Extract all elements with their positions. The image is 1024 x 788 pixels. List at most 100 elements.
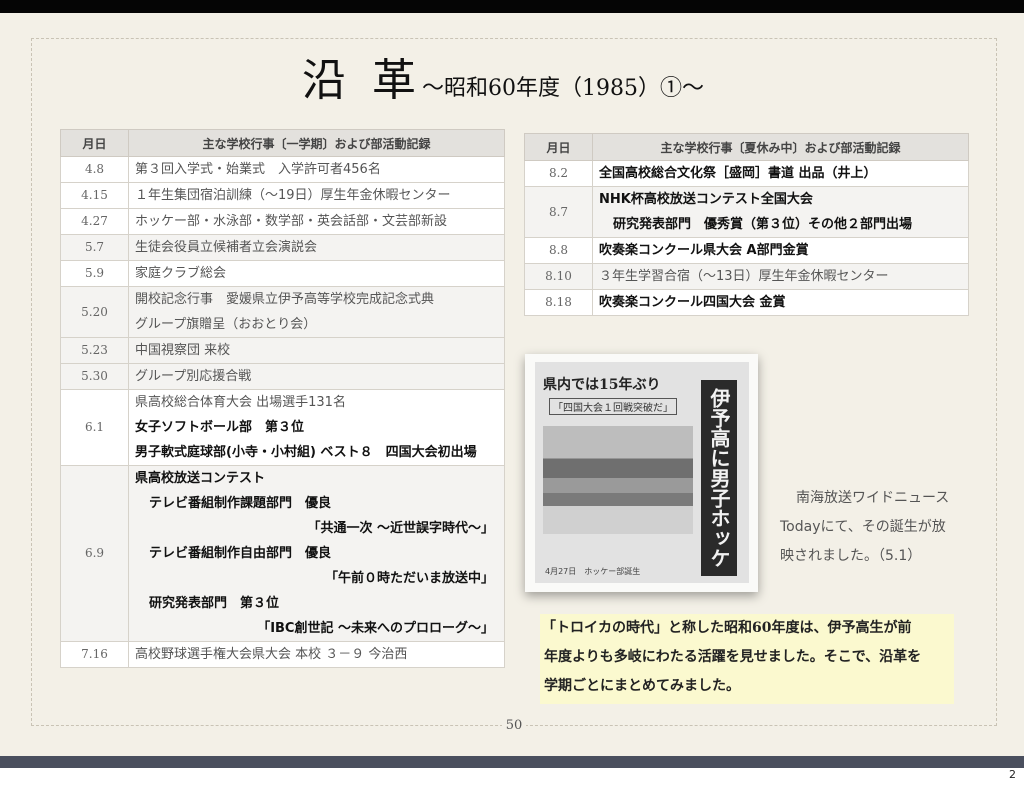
summer-table: 月日 主な学校行事〔夏休み中〕および部活動記録 8.2 全国高校総合文化祭［盛岡］…	[524, 133, 969, 316]
event-line: ３年生学習合宿（～13日）厚生年金休暇センター	[599, 269, 889, 284]
row-events: ホッケー部・水泳部・数学部・英会話部・文芸部新設	[128, 208, 505, 235]
clipping-caption: 4月27日 ホッケー部誕生	[545, 567, 641, 576]
table-row: 8.18 吹奏楽コンクール四国大会 金賞	[524, 289, 969, 316]
event-line: 全国高校総合文化祭［盛岡］書道 出品（井上）	[599, 166, 877, 181]
summary-line: 年度よりも多岐にわたる活躍を見せました。そこで、沿革を	[544, 649, 922, 665]
row-events: 生徒会役員立候補者立会演説会	[128, 234, 505, 261]
event-line: 家庭クラブ総会	[135, 266, 227, 281]
event-line: グループ別応援合戦	[135, 369, 252, 384]
row-date: 5.9	[60, 260, 129, 287]
note-line: 映されました。（5.1）	[780, 548, 922, 564]
row-date: 5.7	[60, 234, 129, 261]
row-date: 8.2	[524, 160, 593, 187]
event-line: 高校野球選手権大会県大会 本校 ３－９ 今治西	[135, 647, 408, 662]
event-line: １年生集団宿泊訓練（～19日）厚生年金休暇センター	[135, 188, 451, 203]
newspaper-clipping: 県内では15年ぶり 「四国大会１回戦突破だ」 伊予高に男子ホッケー部 4月27日…	[535, 362, 749, 583]
header-events: 主な学校行事〔夏休み中〕および部活動記録	[592, 133, 969, 161]
row-events: 中国視察団 来校	[128, 337, 505, 364]
table-header-row: 月日 主な学校行事〔夏休み中〕および部活動記録	[524, 133, 969, 161]
table-row: 5.9 家庭クラブ総会	[60, 260, 505, 287]
top-bar	[0, 0, 1024, 13]
event-line: 中国視察団 来校	[135, 343, 231, 358]
clipping-subhead: 「四国大会１回戦突破だ」	[549, 398, 677, 415]
table-row: 4.27 ホッケー部・水泳部・数学部・英会話部・文芸部新設	[60, 208, 505, 235]
row-events: 県高校総合体育大会 出場選手131名 女子ソフトボール部 第３位男子軟式庭球部(小…	[128, 389, 505, 466]
bottom-bar	[0, 756, 1024, 768]
row-date: 5.30	[60, 363, 129, 390]
row-events: NHK杯高校放送コンテスト全国大会研究発表部門 優秀賞（第３位）その他２部門出場	[592, 186, 969, 238]
row-events: グループ別応援合戦	[128, 363, 505, 390]
event-line: 研究発表部門 優秀賞（第３位）その他２部門出場	[613, 217, 913, 232]
header-events: 主な学校行事〔一学期〕および部活動記録	[128, 129, 505, 157]
row-events: 家庭クラブ総会	[128, 260, 505, 287]
event-line: 女子ソフトボール部 第３位	[135, 420, 305, 435]
row-date: 4.27	[60, 208, 129, 235]
event-line: 開校記念行事 愛媛県立伊予高等学校完成記念式典	[135, 292, 435, 307]
title-main: 沿 革	[302, 55, 422, 106]
clipping-headline: 県内では15年ぶり	[543, 377, 661, 393]
event-line: 「共通一次 ～近世誤字時代～」	[307, 521, 494, 536]
row-date: 7.16	[60, 641, 129, 668]
row-events: 吹奏楽コンクール県大会 A部門金賞	[592, 237, 969, 264]
event-line: グループ旗贈呈（おおとり会）	[135, 317, 317, 332]
row-date: 6.9	[60, 465, 129, 642]
table-row: 5.30 グループ別応援合戦	[60, 363, 505, 390]
team-photo	[543, 426, 693, 534]
table-row: 8.2 全国高校総合文化祭［盛岡］書道 出品（井上）	[524, 160, 969, 187]
table-row: 5.23 中国視察団 来校	[60, 337, 505, 364]
row-events: １年生集団宿泊訓練（～19日）厚生年金休暇センター	[128, 182, 505, 209]
event-line: 「午前０時ただいま放送中」	[324, 571, 494, 586]
event-line: 吹奏楽コンクール四国大会 金賞	[599, 295, 786, 310]
row-date: 8.8	[524, 237, 593, 264]
note-line: 南海放送ワイドニュース	[796, 490, 950, 506]
row-date: 8.10	[524, 263, 593, 290]
clipping-vertical-headline: 伊予高に男子ホッケー部	[701, 380, 737, 576]
row-events: 県高校放送コンテストテレビ番組制作課題部門 優良「共通一次 ～近世誤字時代～」テ…	[128, 465, 505, 642]
event-line: 第３回入学式・始業式 入学許可者456名	[135, 162, 381, 177]
note-line: Todayにて、その誕生が放	[780, 519, 946, 535]
table-row: 8.7 NHK杯高校放送コンテスト全国大会 研究発表部門 優秀賞（第３位）その他２部…	[524, 186, 969, 238]
table-row: 4.8 第３回入学式・始業式 入学許可者456名	[60, 156, 505, 183]
title-sub: ～昭和60年度（1985）①～	[422, 76, 704, 101]
row-date: 5.23	[60, 337, 129, 364]
event-line: 「IBC創世記 ～未来へのプロローグ～」	[257, 621, 494, 636]
table-row: 5.20 開校記念行事 愛媛県立伊予高等学校完成記念式典 グループ旗贈呈（おおとり会…	[60, 286, 505, 338]
table-header-row: 月日 主な学校行事〔一学期〕および部活動記録	[60, 129, 505, 157]
table-row: 7.16 高校野球選手権大会県大会 本校 ３－９ 今治西	[60, 641, 505, 668]
row-date: 8.18	[524, 289, 593, 316]
table-row: 5.7 生徒会役員立候補者立会演説会	[60, 234, 505, 261]
event-line: 男子軟式庭球部(小寺・小村組) ベスト８ 四国大会初出場	[135, 445, 477, 460]
header-date: 月日	[60, 129, 129, 157]
row-events: 吹奏楽コンクール四国大会 金賞	[592, 289, 969, 316]
photo-note: 南海放送ワイドニュース Todayにて、その誕生が放 映されました。（5.1）	[780, 484, 960, 571]
row-date: 5.20	[60, 286, 129, 338]
event-line: 県高校放送コンテスト	[135, 471, 266, 486]
event-line: テレビ番組制作課題部門 優良	[149, 496, 332, 511]
summary-box: 「トロイカの時代」と称した昭和60年度は、伊予高生が前 年度よりも多岐にわたる活…	[540, 614, 954, 704]
page-title: 沿 革～昭和60年度（1985）①～	[302, 44, 704, 106]
event-line: テレビ番組制作自由部門 優良	[149, 546, 332, 561]
header-date: 月日	[524, 133, 593, 161]
summary-line: 「トロイカの時代」と称した昭和60年度は、伊予高生が前	[542, 620, 912, 636]
row-events: 開校記念行事 愛媛県立伊予高等学校完成記念式典 グループ旗贈呈（おおとり会）	[128, 286, 505, 338]
event-line: NHK杯高校放送コンテスト全国大会	[599, 192, 813, 207]
event-line: 生徒会役員立候補者立会演説会	[135, 240, 318, 255]
row-date: 4.8	[60, 156, 129, 183]
row-date: 4.15	[60, 182, 129, 209]
event-line: 吹奏楽コンクール県大会 A部門金賞	[599, 243, 809, 258]
row-events: ３年生学習合宿（～13日）厚生年金休暇センター	[592, 263, 969, 290]
row-events: 全国高校総合文化祭［盛岡］書道 出品（井上）	[592, 160, 969, 187]
event-line: 県高校総合体育大会 出場選手131名	[135, 395, 346, 410]
row-date: 6.1	[60, 389, 129, 466]
table-row: 4.15 １年生集団宿泊訓練（～19日）厚生年金休暇センター	[60, 182, 505, 209]
table-row: 6.9 県高校放送コンテスト テレビ番組制作課題部門 優良 「共通一次 ～近世誤字時代…	[60, 465, 505, 642]
first-term-table: 月日 主な学校行事〔一学期〕および部活動記録 4.8 第３回入学式・始業式 入学許…	[60, 129, 505, 668]
row-date: 8.7	[524, 186, 593, 238]
table-row: 8.10 ３年生学習合宿（～13日）厚生年金休暇センター	[524, 263, 969, 290]
event-line: ホッケー部・水泳部・数学部・英会話部・文芸部新設	[135, 214, 448, 229]
summary-line: 学期ごとにまとめてみました。	[544, 678, 740, 694]
row-events: 高校野球選手権大会県大会 本校 ３－９ 今治西	[128, 641, 505, 668]
table-row: 6.1 県高校総合体育大会 出場選手131名 女子ソフトボール部 第３位 男子軟式庭球…	[60, 389, 505, 466]
row-events: 第３回入学式・始業式 入学許可者456名	[128, 156, 505, 183]
page-number: 50	[502, 718, 526, 733]
